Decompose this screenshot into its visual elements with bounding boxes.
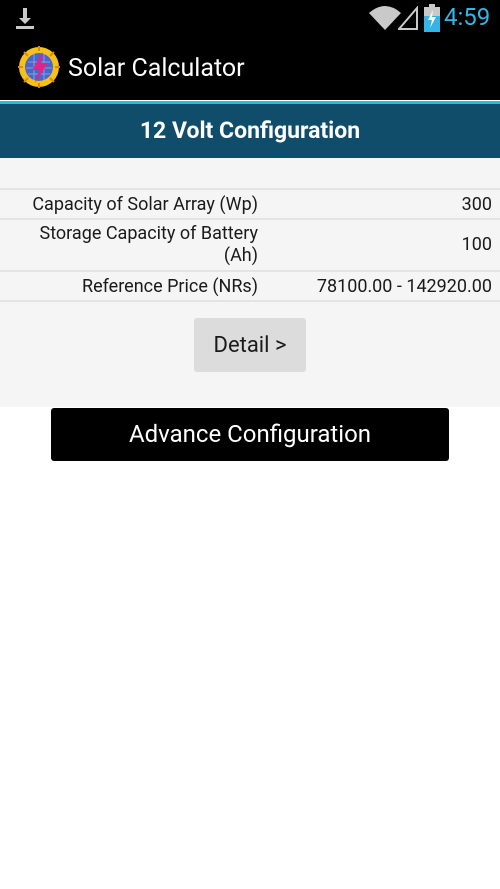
solar-array-value: 300	[461, 194, 492, 215]
battery-capacity-label: Storage Capacity of Battery (Ah)	[8, 223, 259, 267]
solar-array-row: Capacity of Solar Array (Wp) 300	[0, 190, 500, 220]
download-icon	[16, 8, 34, 29]
advance-configuration-button[interactable]: Advance Configuration	[51, 408, 449, 461]
battery-capacity-label-line2: (Ah)	[223, 245, 258, 266]
battery-capacity-label-line1: Storage Capacity of Battery	[39, 223, 259, 244]
battery-capacity-value: 100	[461, 234, 492, 255]
wifi-icon	[369, 6, 401, 30]
detail-button[interactable]: Detail >	[194, 318, 306, 372]
solar-logo-icon[interactable]	[18, 46, 60, 88]
status-bar: 4:59	[0, 0, 500, 36]
spacer-row	[0, 158, 500, 190]
signal-icon	[398, 6, 418, 30]
battery-charging-icon	[424, 4, 440, 32]
app-title: Solar Calculator	[68, 54, 245, 83]
action-bar: Solar Calculator	[0, 36, 500, 100]
config-panel: 12 Volt Configuration Capacity of Solar …	[0, 101, 500, 407]
reference-price-value: 78100.00 - 142920.00	[316, 276, 492, 297]
solar-array-label: Capacity of Solar Array (Wp)	[32, 194, 258, 215]
battery-capacity-row: Storage Capacity of Battery (Ah) 100	[0, 220, 500, 272]
reference-price-row: Reference Price (NRs) 78100.00 - 142920.…	[0, 272, 500, 302]
status-time: 4:59	[444, 3, 491, 31]
reference-price-label: Reference Price (NRs)	[82, 276, 258, 297]
config-header: 12 Volt Configuration	[0, 104, 500, 158]
